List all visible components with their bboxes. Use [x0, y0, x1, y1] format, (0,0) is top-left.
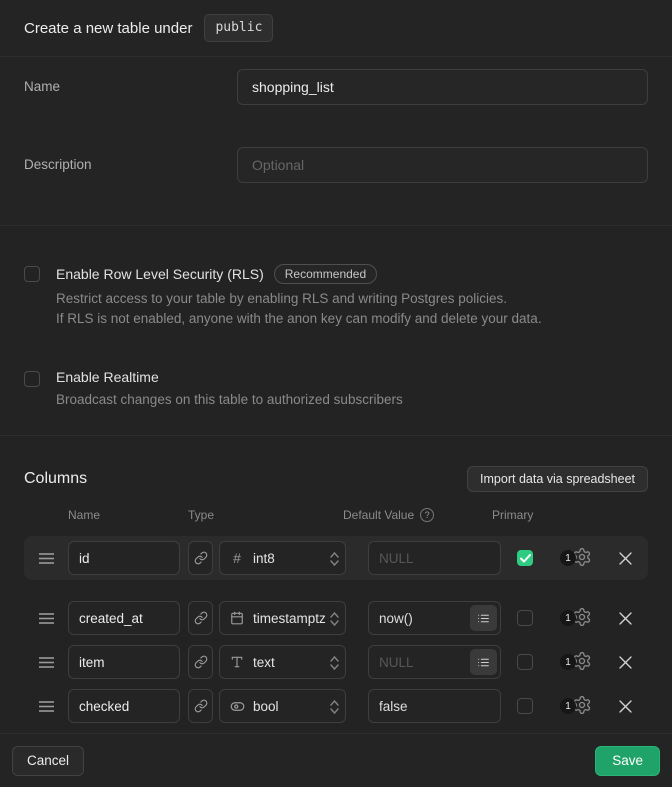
primary-key-checkbox[interactable] [517, 550, 533, 566]
chevron-up-down-icon [329, 611, 340, 627]
column-settings-gear-icon[interactable]: 1 [572, 695, 594, 717]
column-default-input[interactable] [368, 689, 501, 723]
recommended-badge: Recommended [274, 264, 377, 284]
rls-description-line2: If RLS is not enabled, anyone with the a… [56, 309, 542, 329]
cancel-button[interactable]: Cancel [12, 746, 84, 776]
settings-count-badge: 1 [560, 610, 576, 626]
chevron-up-down-icon [329, 699, 340, 715]
dialog-footer: Cancel Save [0, 733, 672, 787]
column-settings-gear-icon[interactable]: 1 [572, 547, 594, 569]
settings-count-badge: 1 [560, 698, 576, 714]
foreign-key-link-icon[interactable] [188, 541, 213, 575]
schema-badge: public [204, 14, 273, 42]
foreign-key-link-icon[interactable] [188, 645, 213, 679]
dialog-title: Create a new table under [24, 20, 192, 37]
column-row: bool 1 [24, 684, 648, 728]
table-options-section: Enable Row Level Security (RLS) Recommen… [0, 226, 672, 436]
column-row: timestamptz 1 [24, 596, 648, 640]
column-name-input[interactable] [68, 601, 180, 635]
foreign-key-link-icon[interactable] [188, 689, 213, 723]
foreign-key-link-icon[interactable] [188, 601, 213, 635]
rls-checkbox[interactable] [24, 266, 40, 282]
rls-label: Enable Row Level Security (RLS) [56, 266, 264, 282]
default-suggestions-list-icon[interactable] [470, 649, 497, 675]
columns-section: Columns Import data via spreadsheet Name… [0, 436, 672, 733]
column-row: text 1 [24, 640, 648, 684]
default-suggestions-list-icon[interactable] [470, 605, 497, 631]
create-table-dialog: Create a new table under public Name Des… [0, 0, 672, 787]
column-type-select[interactable]: bool [219, 689, 346, 723]
column-name-input[interactable] [68, 645, 180, 679]
chevron-up-down-icon [329, 655, 340, 671]
realtime-checkbox[interactable] [24, 371, 40, 387]
primary-key-checkbox[interactable] [517, 610, 533, 626]
column-header-name: Name [68, 508, 188, 522]
columns-title: Columns [24, 470, 87, 488]
description-label: Description [24, 147, 237, 183]
delete-column-icon[interactable] [618, 611, 634, 626]
table-info-section: Name Description [0, 57, 672, 226]
column-name-input[interactable] [68, 689, 180, 723]
column-header-primary: Primary [492, 508, 533, 522]
calendar-icon [228, 611, 246, 625]
name-label: Name [24, 69, 237, 105]
dialog-header: Create a new table under public [0, 0, 672, 57]
drag-handle-icon[interactable] [24, 657, 68, 668]
column-type-select[interactable]: text [219, 645, 346, 679]
save-button[interactable]: Save [595, 746, 660, 776]
drag-handle-icon[interactable] [24, 613, 68, 624]
column-type-select[interactable]: timestamptz [219, 601, 346, 635]
column-row: # int8 1 [24, 536, 648, 580]
text-icon [228, 655, 246, 669]
table-name-input[interactable] [237, 69, 648, 105]
table-description-input[interactable] [237, 147, 648, 183]
delete-column-icon[interactable] [618, 551, 634, 566]
question-circle-icon[interactable]: ? [420, 508, 434, 522]
delete-column-icon[interactable] [618, 655, 634, 670]
column-default-input [368, 541, 501, 575]
column-row-id-panel: # int8 1 [24, 536, 648, 580]
delete-column-icon[interactable] [618, 699, 634, 714]
realtime-description: Broadcast changes on this table to autho… [56, 390, 403, 410]
settings-count-badge: 1 [560, 654, 576, 670]
realtime-label: Enable Realtime [56, 369, 159, 385]
columns-header-row: Name Type Default Value ? Primary [24, 508, 648, 522]
drag-handle-icon[interactable] [24, 701, 68, 712]
toggle-icon [228, 699, 246, 714]
column-header-type: Type [188, 508, 343, 522]
drag-handle-icon[interactable] [24, 553, 68, 564]
column-settings-gear-icon[interactable]: 1 [572, 607, 594, 629]
column-type-select[interactable]: # int8 [219, 541, 346, 575]
import-spreadsheet-button[interactable]: Import data via spreadsheet [467, 466, 648, 492]
settings-count-badge: 1 [560, 550, 576, 566]
column-name-input[interactable] [68, 541, 180, 575]
primary-key-checkbox[interactable] [517, 654, 533, 670]
rls-description-line1: Restrict access to your table by enablin… [56, 289, 542, 309]
hash-icon: # [228, 550, 246, 566]
chevron-up-down-icon [329, 551, 340, 567]
column-header-default: Default Value [343, 508, 414, 522]
column-settings-gear-icon[interactable]: 1 [572, 651, 594, 673]
primary-key-checkbox[interactable] [517, 698, 533, 714]
